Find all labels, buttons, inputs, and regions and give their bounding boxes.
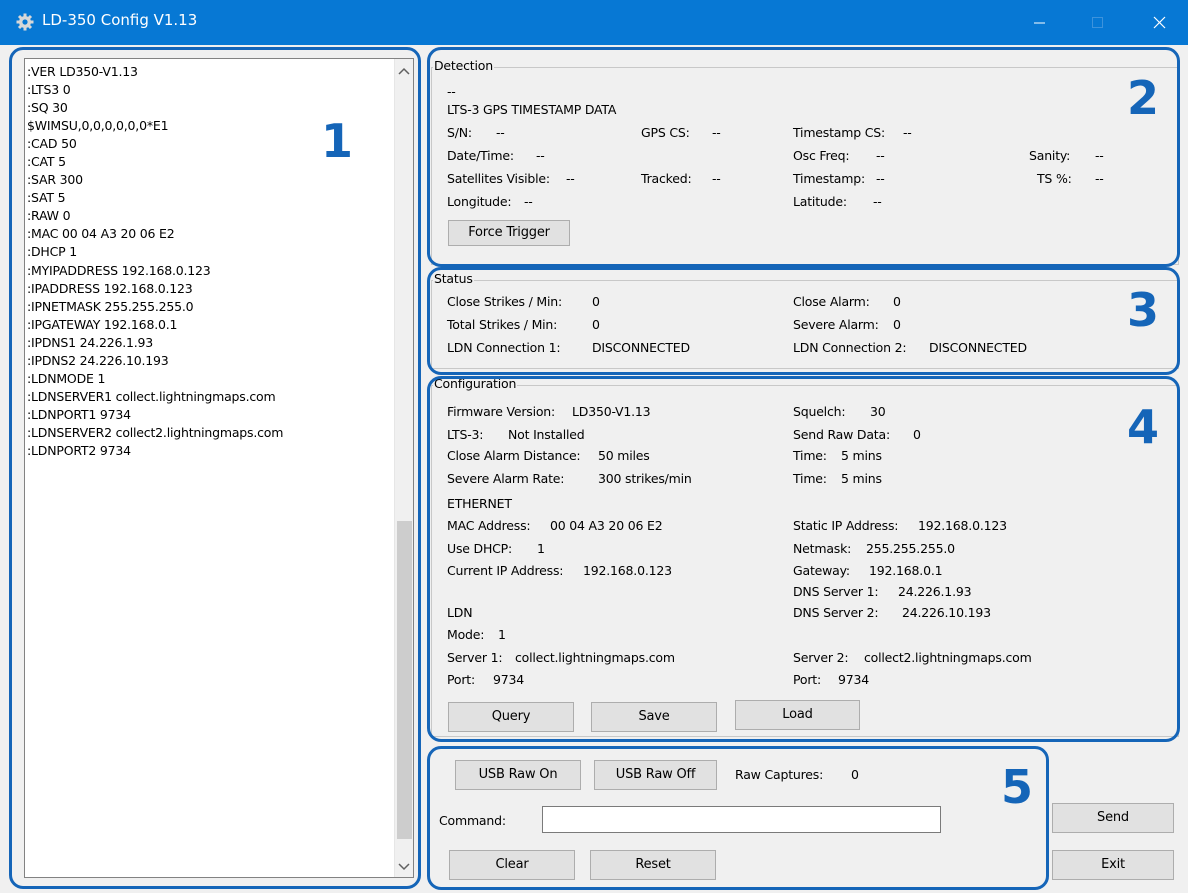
minimize-button[interactable] (1016, 8, 1062, 38)
annotation-number-1: 1 (321, 114, 353, 168)
annotation-frame-3 (427, 267, 1180, 375)
gear-icon (16, 13, 34, 31)
annotation-frame-5 (427, 746, 1049, 890)
annotation-number-2: 2 (1127, 71, 1159, 125)
annotation-frame-1 (9, 47, 421, 889)
annotation-number-3: 3 (1127, 283, 1159, 337)
close-window-button[interactable] (1136, 8, 1182, 38)
exit-button[interactable]: Exit (1052, 850, 1174, 880)
maximize-icon (1092, 17, 1103, 28)
title-bar: LD-350 Config V1.13 (0, 0, 1188, 45)
window-title: LD-350 Config V1.13 (42, 11, 198, 29)
maximize-button[interactable] (1074, 8, 1120, 38)
close-icon (1153, 16, 1166, 29)
annotation-number-4: 4 (1127, 400, 1159, 454)
minimize-icon (1034, 22, 1045, 24)
annotation-frame-4 (427, 376, 1180, 742)
annotation-number-5: 5 (1001, 760, 1033, 814)
send-button[interactable]: Send (1052, 803, 1174, 833)
annotation-frame-2 (427, 47, 1180, 267)
